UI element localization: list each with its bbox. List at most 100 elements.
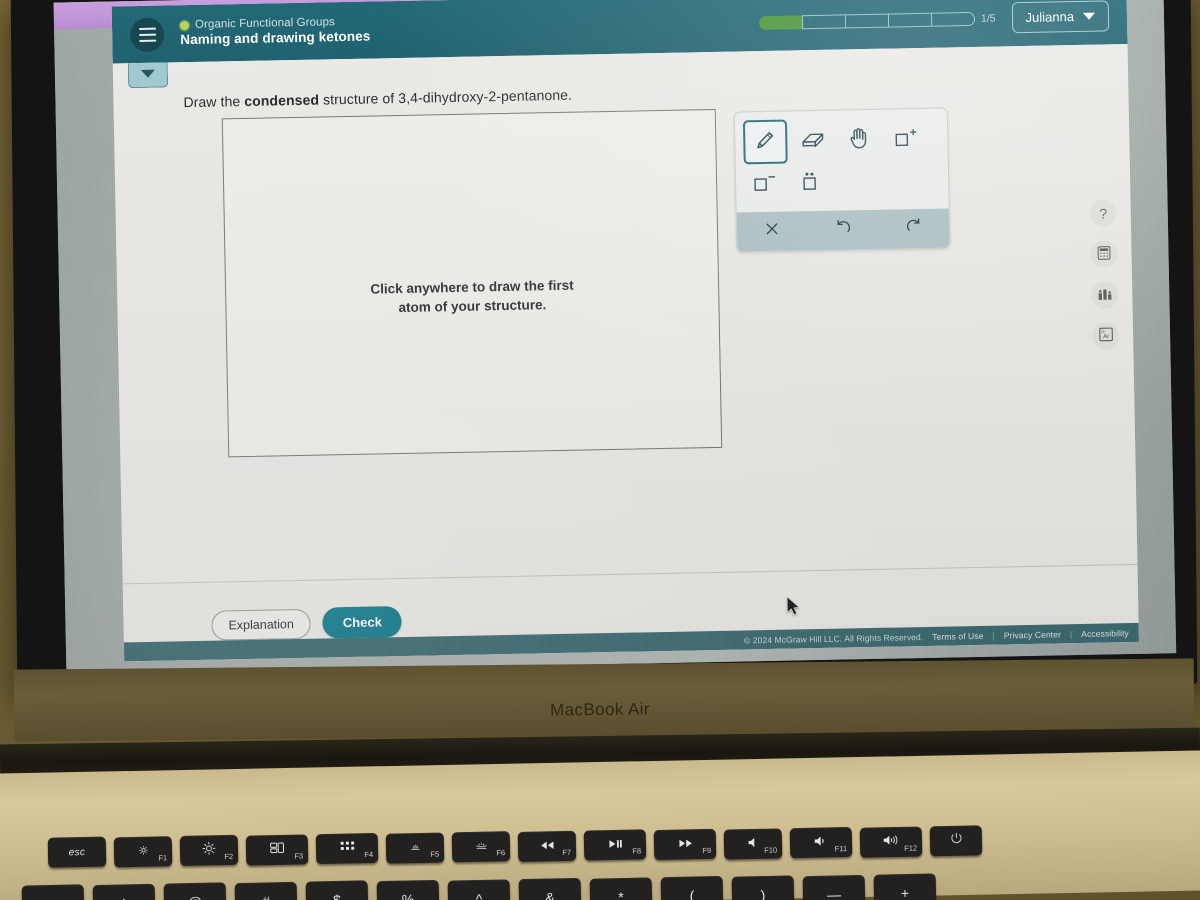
key-label: — xyxy=(826,886,842,900)
data-chart-button[interactable] xyxy=(1091,281,1119,309)
pencil-icon xyxy=(753,127,778,156)
key-f12[interactable]: F12 xyxy=(859,826,923,858)
lesson-title: Naming and drawing ketones xyxy=(180,28,371,48)
key-fn-label: F8 xyxy=(632,846,642,856)
key-fn-label: F6 xyxy=(496,848,506,858)
footer-separator: | xyxy=(992,630,995,641)
question-mark-icon: ? xyxy=(1099,204,1108,222)
launchpad-icon xyxy=(339,840,354,858)
terms-of-use-link[interactable]: Terms of Use xyxy=(932,630,983,641)
pencil-tool[interactable] xyxy=(742,119,788,165)
key-symbol-6[interactable]: ^ xyxy=(447,878,511,900)
calculator-button[interactable] xyxy=(1090,240,1118,268)
key-label: esc xyxy=(68,846,86,858)
progress-segment xyxy=(801,13,846,29)
key-symbol-2[interactable]: @ xyxy=(163,882,227,900)
key-fn-label: F3 xyxy=(294,851,304,861)
progress-track xyxy=(758,11,976,30)
key-f4[interactable]: F4 xyxy=(315,833,379,865)
chevron-down-icon xyxy=(1082,12,1096,20)
progress-segment xyxy=(930,11,976,27)
progress-segment xyxy=(844,13,889,28)
key-f2[interactable]: F2 xyxy=(179,834,239,867)
key-symbol-0[interactable]: ~ xyxy=(21,884,85,900)
molecule-drawing-canvas[interactable]: Click anywhere to draw the first atom of… xyxy=(221,108,723,458)
svg-text:18: 18 xyxy=(1100,330,1104,334)
bar-chart-icon xyxy=(1097,286,1113,304)
eraser-icon xyxy=(800,127,827,154)
svg-text:Ar: Ar xyxy=(1102,333,1108,340)
square-lone-pair-icon xyxy=(798,168,823,198)
collapse-panel-button[interactable] xyxy=(127,62,169,89)
lone-pair-tool[interactable] xyxy=(790,163,831,204)
key-label: # xyxy=(262,893,270,900)
key-f1[interactable]: F1 xyxy=(113,835,173,867)
question-prompt: Draw the condensed structure of 3,4-dihy… xyxy=(183,87,572,110)
footer-separator: | xyxy=(1069,628,1073,639)
tools-rail: ? Ar 18 xyxy=(1089,199,1120,350)
brightness-down-icon xyxy=(137,842,148,860)
key-f7[interactable]: F7 xyxy=(517,830,577,862)
add-positive-charge-tool[interactable] xyxy=(885,119,926,160)
key-symbol-1[interactable]: ! xyxy=(92,883,156,900)
key-symbol-12[interactable]: + xyxy=(873,873,937,900)
square-minus-icon xyxy=(751,169,778,198)
user-menu-button[interactable]: Julianna xyxy=(1011,0,1110,34)
accessibility-link[interactable]: Accessibility xyxy=(1081,628,1129,639)
add-negative-charge-tool[interactable] xyxy=(744,164,785,205)
eraser-tool[interactable] xyxy=(793,121,834,162)
key-fn-label: F7 xyxy=(562,847,572,857)
check-button[interactable]: Check xyxy=(322,606,403,639)
rewind-icon xyxy=(539,837,554,855)
header-right: 1/5 Julianna xyxy=(758,0,1114,38)
key-label: + xyxy=(900,885,910,900)
key-fn-label: F11 xyxy=(834,844,848,854)
key-label: ~ xyxy=(49,896,58,900)
key-label: @ xyxy=(188,894,203,900)
keyboard-backlight-up-icon xyxy=(474,838,487,856)
key-symbol-11[interactable]: — xyxy=(802,874,866,900)
progress-segment xyxy=(758,14,803,30)
key-power[interactable] xyxy=(929,825,983,857)
key-f6[interactable]: F6 xyxy=(451,831,511,863)
undo-button[interactable] xyxy=(824,215,863,246)
mute-icon xyxy=(746,834,759,852)
key-f10[interactable]: F10 xyxy=(723,827,783,860)
key-f3[interactable]: F3 xyxy=(245,833,309,866)
undo-arrow-icon xyxy=(834,218,852,241)
user-name: Julianna xyxy=(1025,9,1075,25)
periodic-table-button[interactable]: Ar 18 xyxy=(1091,322,1120,350)
key-f11[interactable]: F11 xyxy=(789,826,853,859)
key-symbol-4[interactable]: $ xyxy=(305,880,369,900)
pan-tool[interactable] xyxy=(839,120,880,161)
question-suffix: structure of 3,4-dihydroxy-2-pentanone. xyxy=(318,86,573,108)
key-f8[interactable]: F8 xyxy=(583,829,647,861)
privacy-center-link[interactable]: Privacy Center xyxy=(1004,629,1061,640)
key-symbol-9[interactable]: ( xyxy=(660,876,724,900)
calculator-icon xyxy=(1096,245,1111,263)
key-symbol-3[interactable]: # xyxy=(234,881,298,900)
key-symbol-5[interactable]: % xyxy=(376,879,440,900)
key-label: % xyxy=(401,891,415,900)
screenshot-root: ...aleks.com/alekscgi/x/Isl.exe/1o_u-IgN… xyxy=(0,0,1200,900)
redo-arrow-icon xyxy=(904,217,922,240)
app-content: Draw the condensed structure of 3,4-dihy… xyxy=(112,44,1140,662)
progress-indicator: 1/5 xyxy=(758,11,996,30)
canvas-hint-text: Click anywhere to draw the first atom of… xyxy=(370,277,574,315)
help-button[interactable]: ? xyxy=(1089,199,1118,227)
clear-canvas-button[interactable] xyxy=(753,216,792,247)
key-symbol-7[interactable]: & xyxy=(518,878,582,900)
key-esc[interactable]: esc xyxy=(47,836,107,868)
redo-button[interactable] xyxy=(894,213,933,244)
mission-control-icon xyxy=(269,840,284,858)
hamburger-menu-icon[interactable] xyxy=(129,16,165,52)
key-f5[interactable]: F5 xyxy=(385,832,445,864)
volume-up-icon xyxy=(882,833,899,851)
key-f9[interactable]: F9 xyxy=(653,828,717,861)
key-fn-label: F2 xyxy=(224,851,234,862)
key-symbol-10[interactable]: ) xyxy=(731,875,795,900)
key-fn-label: F1 xyxy=(158,852,168,863)
key-label: & xyxy=(545,889,555,900)
key-symbol-8[interactable]: * xyxy=(589,877,653,900)
explanation-button[interactable]: Explanation xyxy=(211,608,312,641)
